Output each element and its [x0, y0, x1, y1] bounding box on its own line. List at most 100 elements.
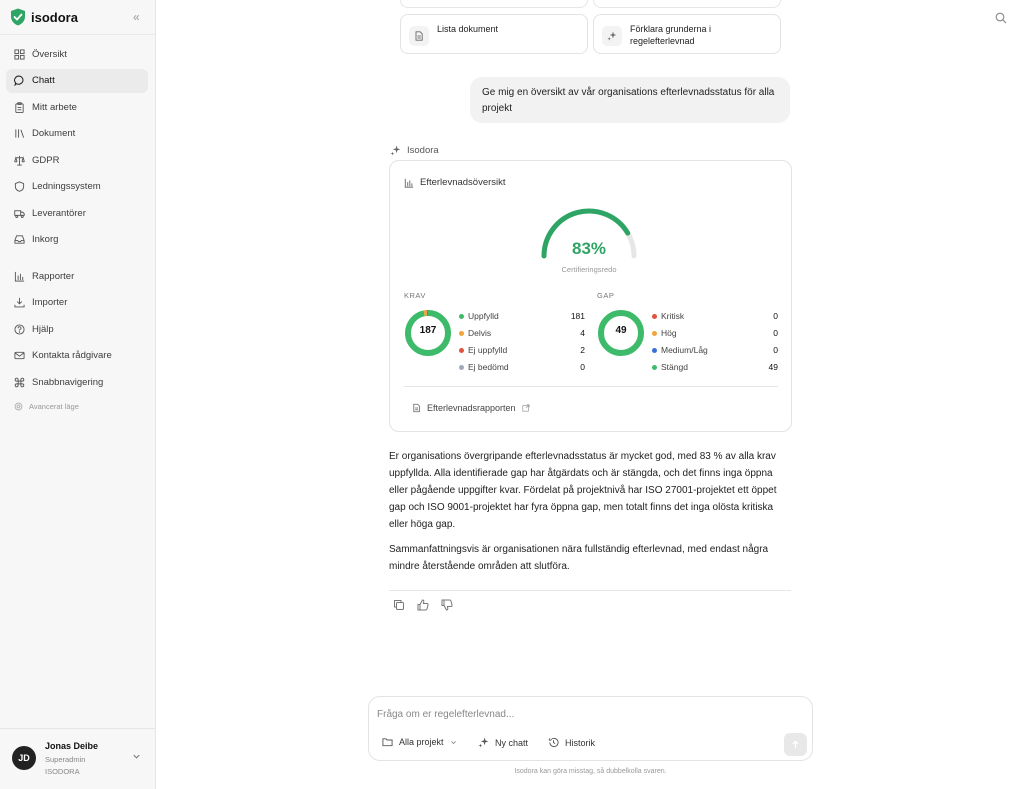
sidebar-item-label: Översikt [32, 48, 67, 60]
sidebar-item-snabbnavigering[interactable]: Snabbnavigering [6, 370, 148, 394]
sidebar-item-label: Mitt arbete [32, 101, 77, 113]
legend-row-medium-lag: Medium/Låg 0 [652, 345, 778, 362]
command-icon [14, 377, 25, 387]
message-actions [393, 599, 453, 611]
user-menu[interactable]: JD Jonas Deibe Superadmin ISODORA [12, 740, 147, 780]
sidebar-item-chatt[interactable]: Chatt [6, 68, 148, 93]
compliance-overview-card: Efterlevnadsöversikt 83% Certifieringsre… [389, 160, 792, 432]
sidebar-item-mitt-arbete[interactable]: Mitt arbete [6, 95, 148, 119]
thumbs-down-icon[interactable] [441, 599, 453, 611]
shield-logo-icon [11, 8, 25, 26]
legend-row-kritisk: Kritisk 0 [652, 311, 778, 328]
grid-icon [14, 48, 25, 60]
legend-row-stangd: Stängd 49 [652, 362, 778, 379]
sidebar-item-rapporter[interactable]: Rapporter [6, 264, 148, 288]
user-role: Superadmin [45, 755, 86, 764]
history-icon [548, 737, 559, 748]
user-message: Ge mig en översikt av vår organisations … [470, 77, 790, 123]
document-icon [413, 403, 420, 413]
legend-row-ej-bedomd: Ej bedömd 0 [459, 362, 585, 379]
sparkle-icon [602, 26, 622, 46]
gap-legend: Kritisk 0 Hög 0 Medium/Låg 0 Stängd 49 [652, 311, 778, 379]
suggestion-forklara-grunderna[interactable]: Förklara grunderna i regelefterlevnad [593, 14, 781, 54]
brand-name: isodora [31, 9, 78, 25]
sidebar-item-label: Dokument [32, 128, 76, 139]
krav-legend: Uppfylld 181 Delvis 4 Ej uppfylld 2 Ej bedö… [459, 311, 585, 379]
chat-icon [14, 75, 24, 86]
sidebar-item-dokument[interactable]: Dokument [6, 122, 148, 146]
assistant-label: Isodora [390, 145, 439, 156]
legend-row-uppfylld: Uppfylld 181 [459, 311, 585, 328]
mail-icon [14, 351, 25, 360]
brand-logo[interactable]: isodora [10, 8, 78, 26]
sidebar-item-label: Ledningssystem [32, 181, 101, 192]
sidebar-item-label: Inkorg [32, 234, 59, 245]
sidebar-item-leverantorer[interactable]: Leverantörer [6, 201, 148, 225]
sidebar-item-label: Chatt [32, 75, 55, 86]
suggestion-card-partial[interactable] [400, 0, 588, 8]
sparkle-icon [478, 737, 489, 748]
advanced-mode-toggle[interactable]: Avancerat läge [6, 397, 148, 417]
download-icon [14, 297, 25, 308]
sidebar-item-label: Snabbnavigering [32, 376, 104, 388]
suggestion-card-partial[interactable] [593, 0, 781, 8]
project-selector[interactable]: Alla projekt [382, 737, 457, 747]
help-icon [14, 323, 25, 335]
user-name: Jonas Deibe [45, 741, 99, 751]
sidebar: isodora « Översikt Chatt Mitt arbete Dok… [0, 0, 156, 789]
sidebar-item-ledningssystem[interactable]: Ledningssystem [6, 175, 148, 199]
truck-icon [14, 209, 25, 218]
inbox-icon [14, 235, 25, 244]
sidebar-item-oversikt[interactable]: Översikt [6, 42, 148, 66]
clipboard-icon [15, 101, 24, 113]
bar-chart-icon [14, 271, 25, 282]
answer-paragraph: Er organisations övergripande efterlevna… [389, 451, 777, 530]
copy-icon[interactable] [393, 599, 405, 611]
report-link[interactable]: Efterlevnadsrapporten [412, 403, 530, 413]
gap-label: GAP [597, 291, 615, 300]
history-button[interactable]: Historik [548, 737, 595, 748]
chevron-down-icon [450, 740, 456, 744]
new-chat-label: Ny chatt [495, 737, 529, 748]
arrow-up-icon [792, 740, 799, 749]
suggestion-lista-dokument[interactable]: Lista dokument [400, 14, 588, 54]
card-title: Efterlevnadsöversikt [404, 177, 506, 188]
sidebar-item-label: Rapporter [32, 270, 75, 282]
assistant-name: Isodora [407, 145, 439, 156]
sidebar-item-kontakta-radgivare[interactable]: Kontakta rådgivare [6, 344, 148, 368]
sidebar-item-inkorg[interactable]: Inkorg [6, 228, 148, 252]
collapse-sidebar-button[interactable]: « [133, 10, 140, 24]
divider [404, 386, 778, 387]
user-org: ISODORA [45, 767, 80, 776]
thumbs-up-icon[interactable] [417, 599, 429, 611]
report-link-text: Efterlevnadsrapporten [427, 403, 516, 413]
chat-composer: Alla projekt Ny chatt Historik [368, 696, 813, 761]
sidebar-item-importer[interactable]: Importer [6, 291, 148, 315]
sparkle-icon [390, 145, 401, 156]
sidebar-item-hjalp[interactable]: Hjälp [6, 317, 148, 341]
divider [0, 34, 155, 35]
card-title-text: Efterlevnadsöversikt [420, 177, 506, 188]
krav-label: KRAV [404, 291, 426, 300]
gauge-value: 83% [571, 239, 607, 258]
sidebar-item-gdpr[interactable]: GDPR [6, 148, 148, 172]
history-label: Historik [565, 737, 596, 748]
divider [0, 728, 155, 729]
search-icon[interactable] [995, 12, 1007, 24]
new-chat-button[interactable]: Ny chatt [478, 737, 528, 748]
scale-icon [14, 155, 25, 166]
shield-icon [14, 181, 25, 192]
external-link-icon [522, 404, 530, 412]
sidebar-item-label: Kontakta rådgivare [32, 350, 112, 361]
krav-total: 187 [419, 325, 437, 336]
avatar: JD [12, 746, 36, 770]
gap-total: 49 [615, 325, 627, 336]
chat-input[interactable] [377, 709, 797, 720]
sidebar-item-label: Hjälp [32, 323, 54, 335]
legend-row-hog: Hög 0 [652, 328, 778, 345]
library-icon [15, 129, 25, 138]
send-button[interactable] [784, 733, 807, 756]
divider [389, 590, 791, 591]
disclaimer: Isodora kan göra misstag, så dubbelkolla… [514, 768, 667, 775]
answer-paragraph: Sammanfattningsvis är organisationen när… [389, 544, 769, 572]
